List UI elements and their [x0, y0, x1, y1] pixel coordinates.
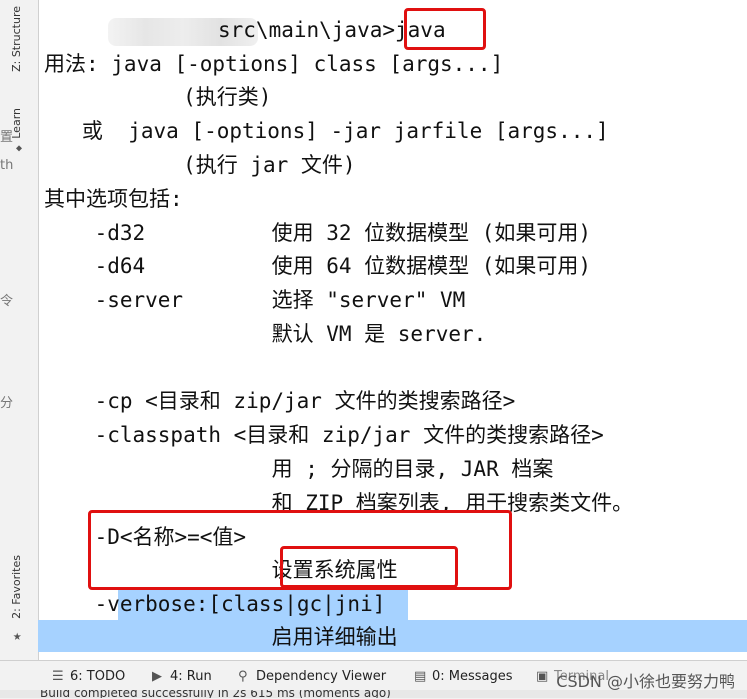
output-line: -verbose:[class|gc|jni] [44, 592, 386, 616]
output-line: 用法: java [-options] class [args...] [44, 52, 504, 76]
learn-icon: ◆ [16, 143, 23, 154]
output-line: (执行类) [44, 85, 272, 109]
output-line: 用 ; 分隔的目录, JAR 档案 [44, 457, 554, 481]
star-icon: ★ [13, 628, 22, 644]
prompt-path: src\main\java> [218, 18, 396, 42]
left-tool-strip: Z: Structure Learn 2: Favorites ★ ◆ 置 th… [0, 0, 39, 660]
status-bar: Build completed successfully in 2s 615 m… [0, 690, 747, 698]
highlight-box-command [404, 8, 486, 50]
edge-fragment: 分 [0, 396, 14, 411]
highlight-box-d-description [280, 546, 458, 588]
run-tab[interactable]: ▶ 4: Run [152, 669, 212, 684]
output-line: (执行 jar 文件) [44, 153, 356, 177]
favorites-tab[interactable]: 2: Favorites [10, 555, 23, 619]
output-line: -d64 使用 64 位数据模型 (如果可用) [44, 254, 592, 278]
messages-icon: ▤ [414, 669, 427, 684]
terminal-output[interactable]: src\main\java>java 用法: java [-options] c… [38, 0, 747, 660]
list-icon: ☰ [52, 669, 64, 684]
dependency-icon: ⚲ [238, 669, 248, 684]
output-line: 默认 VM 是 server. [44, 322, 487, 346]
messages-tab[interactable]: ▤ 0: Messages [414, 669, 513, 684]
messages-label: 0: Messages [432, 669, 513, 684]
terminal-icon: ▣ [536, 669, 549, 684]
edge-fragment: 置 [0, 130, 14, 145]
output-line: -server 选择 "server" VM [44, 288, 466, 312]
watermark: CSDN @小徐也要努力鸭 [556, 672, 735, 691]
output-line: -cp <目录和 zip/jar 文件的类搜索路径> [44, 389, 516, 413]
dependency-label: Dependency Viewer [256, 669, 387, 684]
play-icon: ▶ [152, 669, 162, 684]
output-line: 或 java [-options] -jar jarfile [args...] [44, 119, 609, 143]
run-label: 4: Run [170, 669, 212, 684]
output-line: 启用详细输出 [44, 625, 398, 649]
todo-tab[interactable]: ☰ 6: TODO [52, 669, 125, 684]
output-line: -classpath <目录和 zip/jar 文件的类搜索路径> [44, 423, 604, 447]
todo-label: 6: TODO [70, 669, 126, 684]
edge-fragment: th [0, 158, 14, 173]
output-line: 其中选项包括: [44, 187, 183, 211]
dependency-viewer-tab[interactable]: ⚲ Dependency Viewer [238, 669, 386, 684]
structure-tab[interactable]: Z: Structure [10, 6, 23, 72]
status-text: Build completed successfully in 2s 615 m… [40, 690, 391, 698]
edge-fragment: 令 [0, 294, 14, 309]
output-line: -d32 使用 32 位数据模型 (如果可用) [44, 221, 592, 245]
